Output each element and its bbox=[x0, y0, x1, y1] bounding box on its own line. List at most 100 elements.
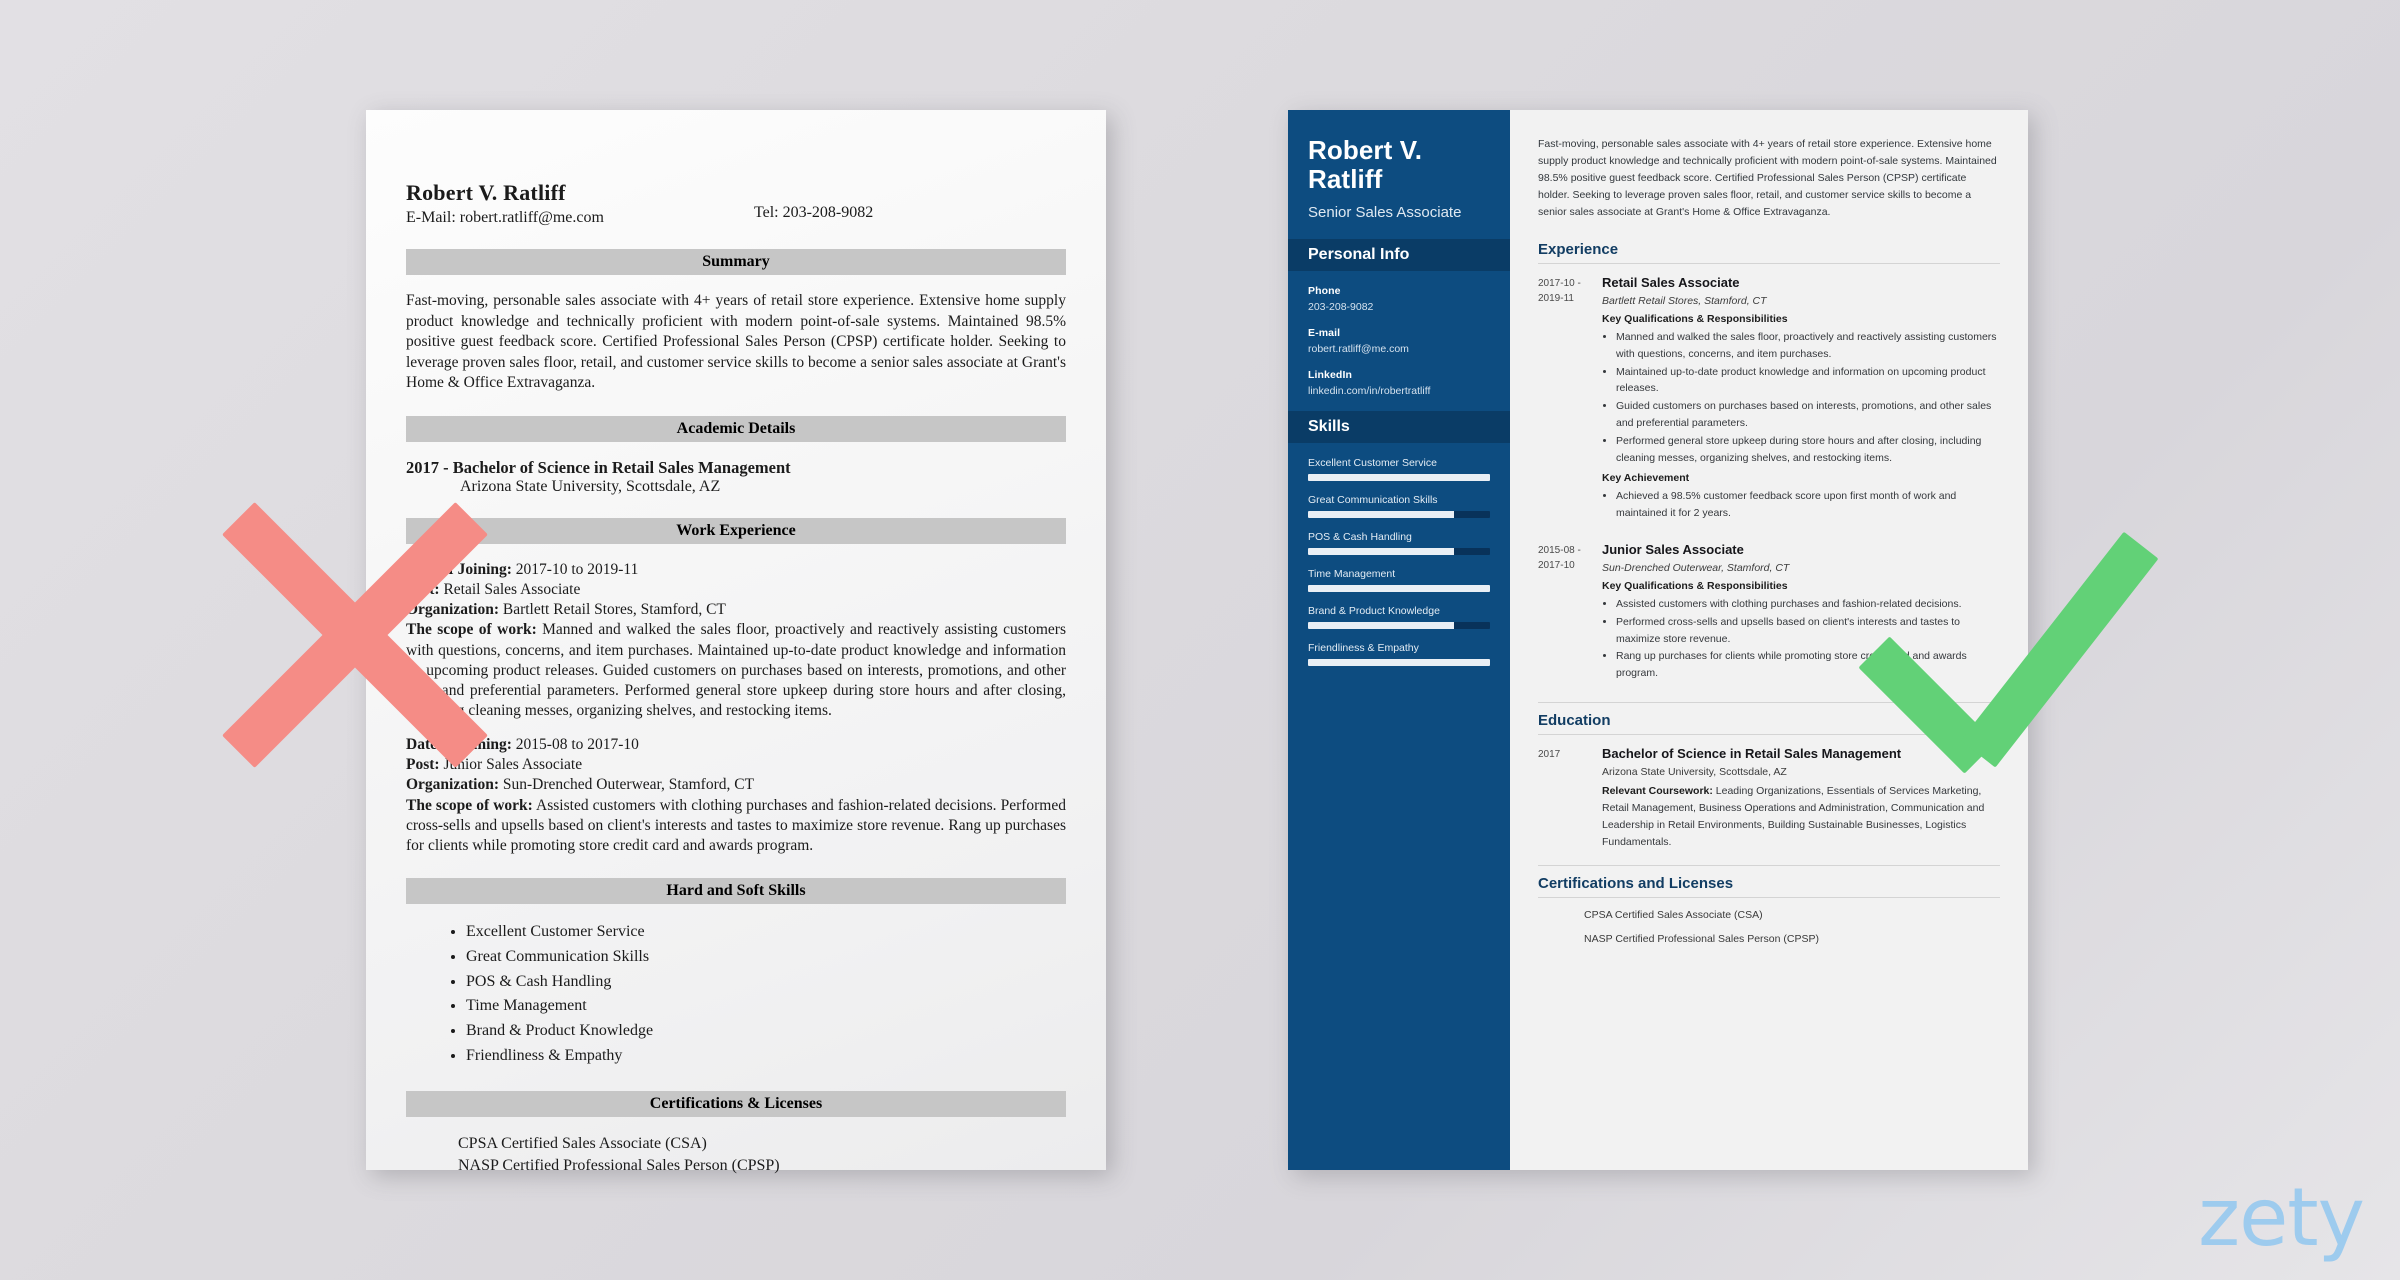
zety-logo: zety bbox=[2198, 1171, 2365, 1264]
good-resume-page: Robert V. Ratliff Senior Sales Associate… bbox=[1288, 110, 2028, 1170]
good-certifications-heading: Certifications and Licenses bbox=[1538, 864, 2000, 892]
bad-cert-item: NASP Certified Professional Sales Person… bbox=[458, 1157, 780, 1175]
good-education-row: 2017 Bachelor of Science in Retail Sales … bbox=[1538, 746, 2000, 851]
good-skills-heading: Skills bbox=[1288, 411, 1510, 444]
good-bullet-item: Performed general store upkeep during st… bbox=[1616, 433, 2000, 467]
good-bullet-item: Maintained up-to-date product knowledge … bbox=[1616, 364, 2000, 398]
good-experience-date: 2015-08 -2017-10 bbox=[1538, 544, 1581, 571]
bad-job-post: Post: Retail Sales Associate bbox=[406, 581, 581, 599]
bad-job-entry: Date of Joining: 2017-10 to 2019-11 Post:… bbox=[406, 560, 1066, 721]
good-summary-text: Fast-moving, personable sales associate … bbox=[1538, 138, 1997, 218]
bad-section-certs-heading: Certifications & Licenses bbox=[406, 1090, 1066, 1117]
good-skill-bar-fill bbox=[1308, 585, 1490, 593]
good-skill-item: Excellent Customer Service bbox=[1308, 457, 1490, 482]
good-personal-info-heading: Personal Info bbox=[1288, 239, 1510, 272]
bad-email: E-Mail: robert.ratliff@me.com bbox=[406, 209, 604, 226]
bad-degree: 2017 - Bachelor of Science in Retail Sal… bbox=[406, 458, 791, 478]
good-cert-list: CPSA Certified Sales Associate (CSA) NASP… bbox=[1538, 909, 2000, 945]
bad-job-org: Organization: Sun-Drenched Outerwear, St… bbox=[406, 776, 755, 794]
good-contact-value: linkedin.com/in/robertratliff bbox=[1308, 385, 1431, 398]
good-skill-item: Time Management bbox=[1308, 568, 1490, 593]
bad-skill-item: Time Management bbox=[466, 994, 1066, 1019]
bad-job-entry: Date of Joining: 2015-08 to 2017-10 Post:… bbox=[406, 735, 1066, 856]
good-education-school: Arizona State University, Scottsdale, AZ bbox=[1602, 765, 1787, 778]
good-skill-bar-fill bbox=[1308, 474, 1490, 482]
bad-section-summary-heading: Summary bbox=[406, 249, 1066, 275]
divider bbox=[1538, 896, 2000, 898]
good-contact-label: Phone bbox=[1308, 285, 1341, 298]
bad-skill-item: Great Communication Skills bbox=[466, 945, 1066, 970]
good-skill-bar-fill bbox=[1308, 511, 1454, 519]
bad-job-post: Post: Junior Sales Associate bbox=[406, 756, 583, 774]
good-bullet-item: Performed cross-sells and upsells based … bbox=[1616, 614, 2000, 648]
good-experience-qual-heading: Key Qualifications & Responsibilities bbox=[1602, 579, 1788, 592]
good-experience-list: 2017-10 -2019-11 Retail Sales Associate Ba… bbox=[1538, 275, 2000, 688]
good-skill-item: Friendliness & Empathy bbox=[1308, 642, 1490, 667]
bad-cert-item: CPSA Certified Sales Associate (CSA) bbox=[458, 1134, 707, 1152]
good-education-body: Bachelor of Science in Retail Sales Mana… bbox=[1602, 746, 2000, 851]
good-resume-sidebar: Robert V. Ratliff Senior Sales Associate… bbox=[1288, 110, 1510, 1170]
good-skill-bar-fill bbox=[1308, 622, 1454, 630]
bad-phone: Tel: 203-208-9082 bbox=[753, 204, 874, 221]
bad-skill-list: Excellent Customer ServiceGreat Communic… bbox=[406, 920, 1066, 1069]
good-education-degree: Bachelor of Science in Retail Sales Mana… bbox=[1602, 745, 1902, 761]
bad-contact-block: Robert V. Ratliff E-Mail: robert.ratliff… bbox=[406, 180, 604, 227]
good-contact-value: 203-208-9082 bbox=[1308, 301, 1374, 314]
good-skill-bar-fill bbox=[1308, 548, 1454, 556]
bad-candidate-name: Robert V. Ratliff bbox=[406, 180, 566, 205]
good-bullet-item: Achieved a 98.5% customer feedback score… bbox=[1616, 488, 2000, 522]
good-contact-value: robert.ratliff@me.com bbox=[1308, 343, 1409, 356]
good-skill-label: Friendliness & Empathy bbox=[1308, 642, 1419, 655]
bad-job-date: Date of Joining: 2017-10 to 2019-11 bbox=[406, 561, 639, 579]
good-skill-bar bbox=[1308, 511, 1490, 519]
good-candidate-role: Senior Sales Associate bbox=[1308, 204, 1462, 222]
good-skill-label: Excellent Customer Service bbox=[1308, 457, 1437, 470]
good-skill-item: POS & Cash Handling bbox=[1308, 531, 1490, 556]
good-cert-item: CPSA Certified Sales Associate (CSA) bbox=[1584, 908, 1763, 921]
bad-skill-item: Excellent Customer Service bbox=[466, 920, 1066, 945]
good-experience-bullets: Assisted customers with clothing purchas… bbox=[1602, 596, 2000, 682]
good-experience-org: Sun-Drenched Outerwear, Stamford, CT bbox=[1602, 561, 1790, 574]
good-skill-bar bbox=[1308, 548, 1490, 556]
bad-school: Arizona State University, Scottsdale, AZ bbox=[460, 478, 721, 496]
bad-job-org: Organization: Bartlett Retail Stores, St… bbox=[406, 601, 726, 619]
bad-resume-header: Robert V. Ratliff E-Mail: robert.ratliff… bbox=[406, 110, 1066, 227]
good-skill-item: Brand & Product Knowledge bbox=[1308, 605, 1490, 630]
good-skill-bar bbox=[1308, 585, 1490, 593]
good-contact-label: E-mail bbox=[1308, 327, 1341, 340]
good-experience-heading: Experience bbox=[1538, 241, 1619, 258]
good-experience-bullets: Manned and walked the sales floor, proac… bbox=[1602, 329, 2000, 466]
good-education-coursework: Relevant Coursework: Leading Organizatio… bbox=[1602, 784, 1985, 848]
good-skill-bar bbox=[1308, 659, 1490, 667]
good-skill-label: Great Communication Skills bbox=[1308, 494, 1438, 507]
bad-skill-item: POS & Cash Handling bbox=[466, 970, 1066, 995]
good-skill-label: POS & Cash Handling bbox=[1308, 531, 1412, 544]
good-skill-bar-fill bbox=[1308, 659, 1490, 667]
good-experience-entry: 2015-08 -2017-10 Junior Sales Associate Su… bbox=[1538, 542, 2000, 688]
bad-skill-item: Brand & Product Knowledge bbox=[466, 1019, 1066, 1044]
good-experience-entry: 2017-10 -2019-11 Retail Sales Associate Ba… bbox=[1538, 275, 2000, 528]
good-skill-bar bbox=[1308, 474, 1490, 482]
good-bullet-item: Assisted customers with clothing purchas… bbox=[1616, 596, 2000, 613]
divider bbox=[1538, 263, 2000, 264]
bad-resume-page: Robert V. Ratliff E-Mail: robert.ratliff… bbox=[366, 110, 1106, 1174]
good-education-heading: Education bbox=[1538, 701, 2000, 729]
bad-skill-item: Friendliness & Empathy bbox=[466, 1044, 1066, 1069]
good-bullet-item: Manned and walked the sales floor, proac… bbox=[1616, 329, 2000, 363]
good-resume-main: Fast-moving, personable sales associate … bbox=[1510, 110, 2028, 1170]
bad-cert-list: CPSA Certified Sales Associate (CSA) NASP… bbox=[406, 1133, 1066, 1178]
good-bullet-item: Guided customers on purchases based on i… bbox=[1616, 398, 2000, 432]
good-experience-org: Bartlett Retail Stores, Stamford, CT bbox=[1602, 295, 1767, 307]
bad-job-list: Date of Joining: 2017-10 to 2019-11 Post:… bbox=[406, 560, 1066, 856]
good-experience-achievement-heading: Key Achievement bbox=[1602, 472, 1690, 485]
bad-summary-text: Fast-moving, personable sales associate … bbox=[406, 292, 1066, 392]
bad-job-scope: The scope of work: Manned and walked the… bbox=[406, 621, 1066, 720]
good-skill-list: Excellent Customer Service Great Communic… bbox=[1308, 457, 1490, 667]
bad-job-scope: The scope of work: Assisted customers wi… bbox=[406, 796, 1066, 854]
bad-job-date: Date of Joining: 2015-08 to 2017-10 bbox=[406, 736, 639, 754]
bad-section-skills-heading: Hard and Soft Skills bbox=[406, 878, 1066, 905]
good-skill-label: Time Management bbox=[1308, 568, 1396, 581]
good-experience-title: Junior Sales Associate bbox=[1602, 541, 1744, 557]
good-education-date: 2017 bbox=[1538, 748, 1561, 760]
bad-section-work-heading: Work Experience bbox=[406, 518, 1066, 545]
